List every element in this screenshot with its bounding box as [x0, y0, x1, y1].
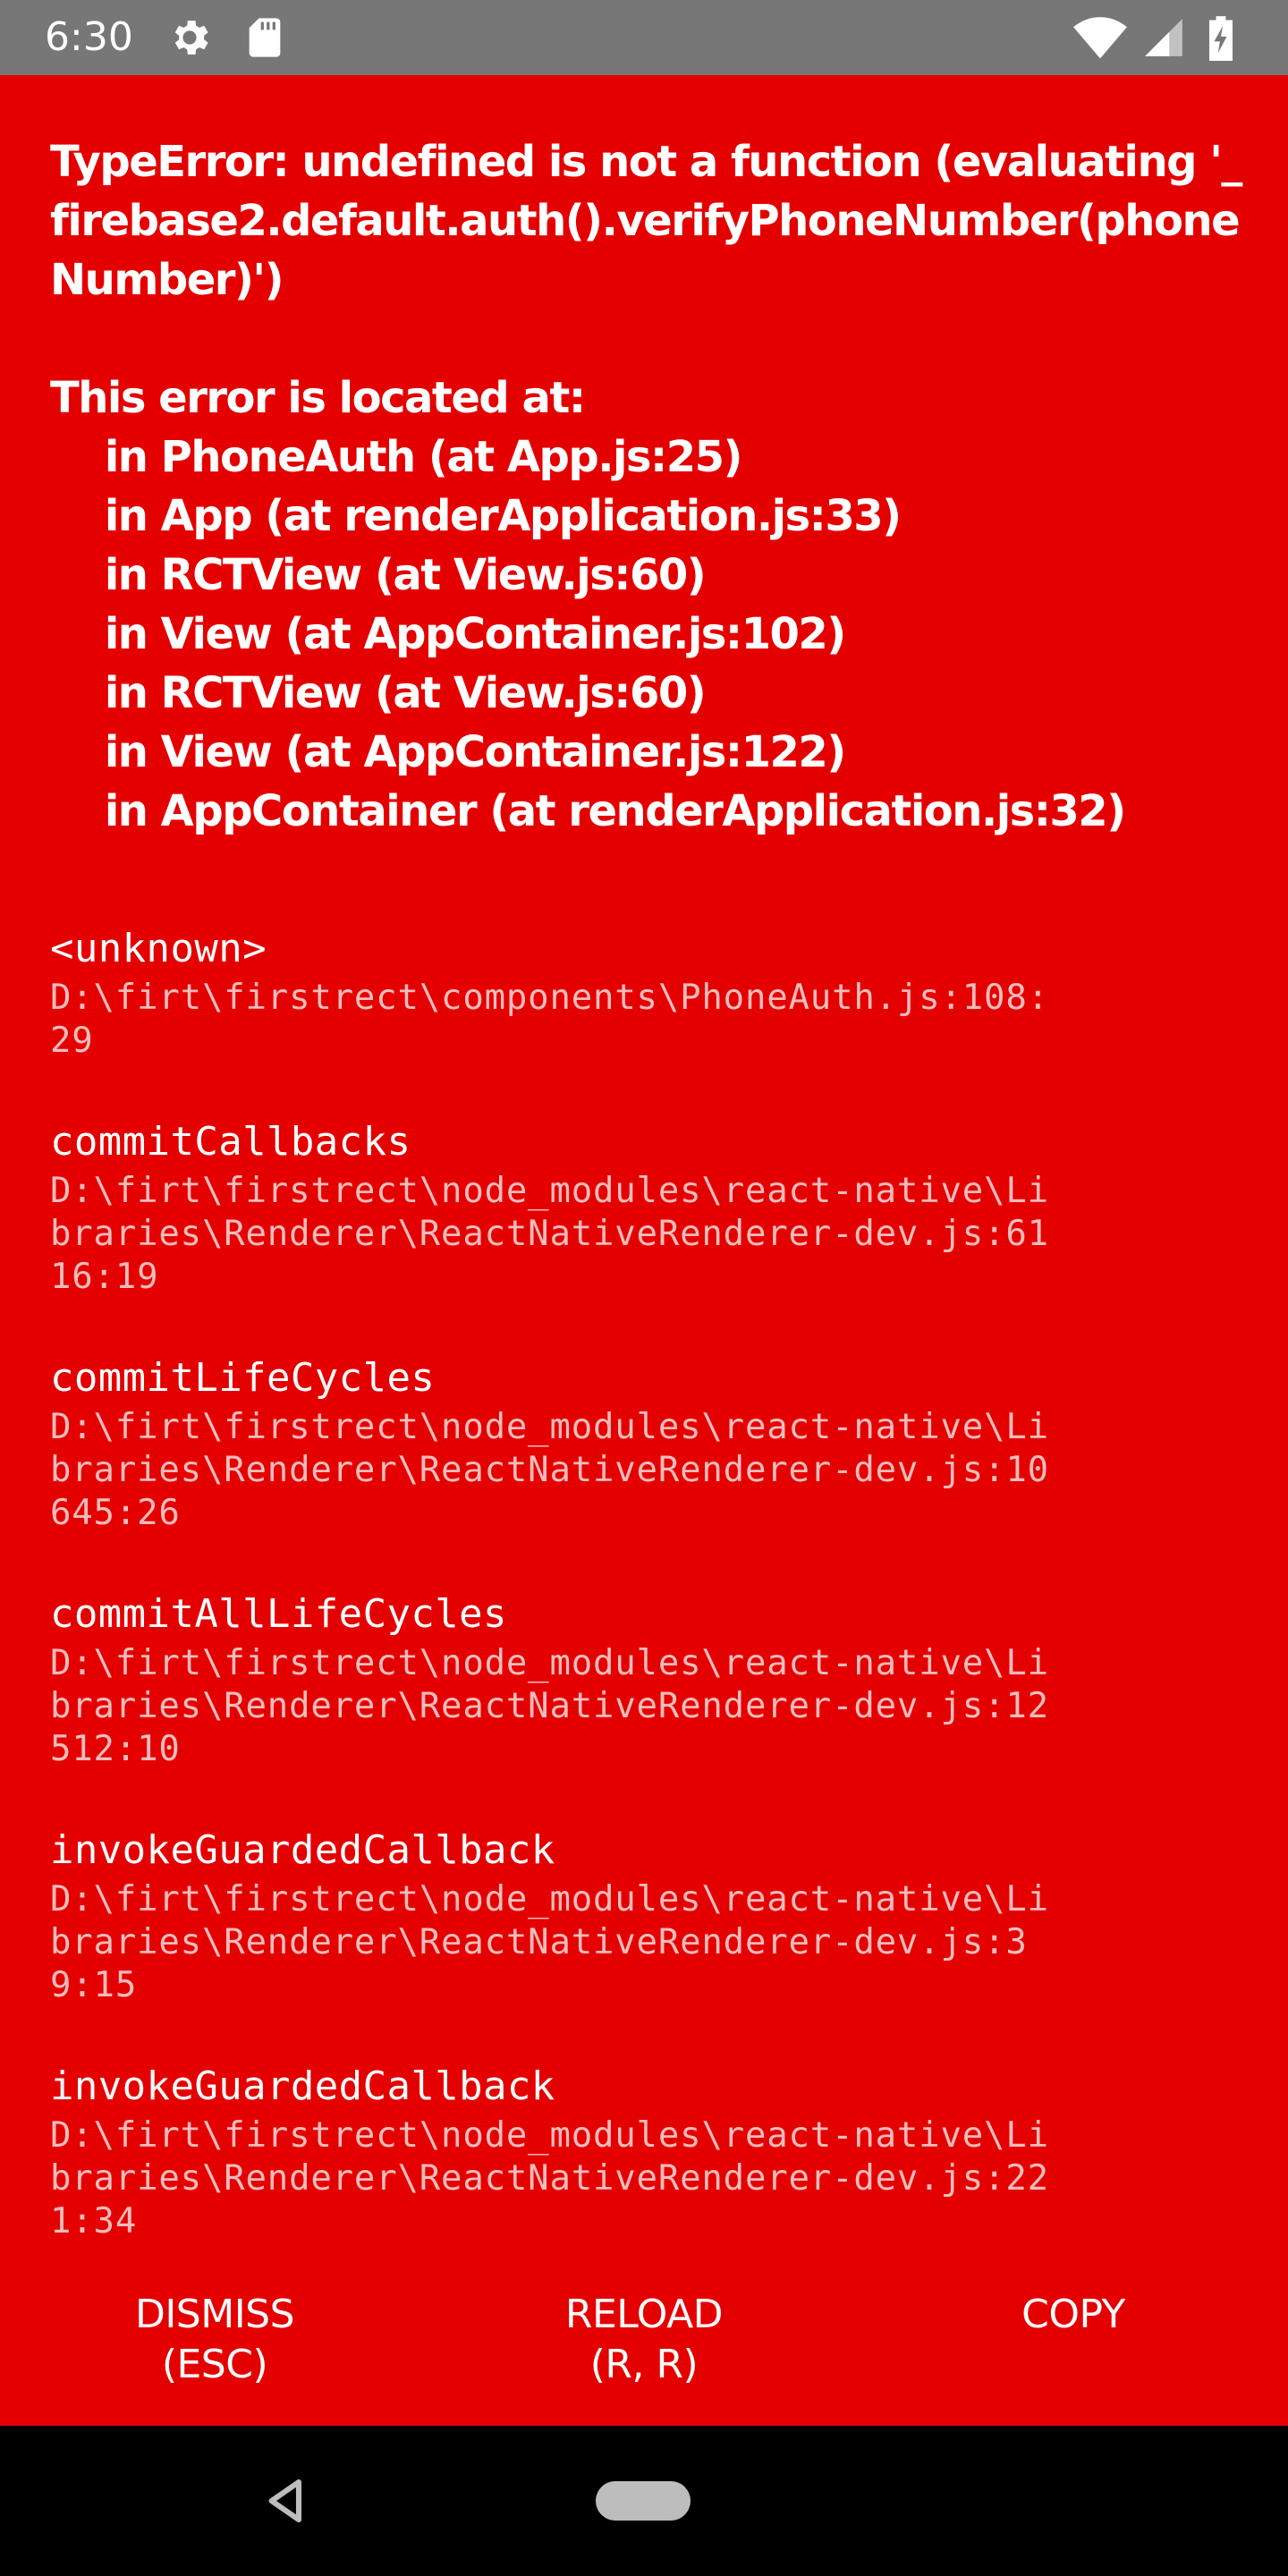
- stack-frame[interactable]: <unknown> D:\firt\firstrect\components\Ph…: [50, 921, 1240, 1063]
- stack-frame[interactable]: commitCallbacks D:\firt\firstrect\node_mo…: [50, 1114, 1240, 1299]
- stack-frame[interactable]: commitLifeCycles D:\firt\firstrect\node_m…: [50, 1351, 1240, 1535]
- stack-frame-method: commitLifeCycles: [50, 1355, 436, 1401]
- stack-frame-method: invokeGuardedCallback: [50, 2063, 555, 2109]
- redbox-error-screen: 6:30 TypeError: undefined is not a funct…: [0, 0, 1288, 2576]
- battery-charging-icon: [1206, 14, 1236, 61]
- home-pill[interactable]: [596, 2481, 691, 2521]
- stack-frame-file: D:\firt\firstrect\node_modules\react-nat…: [50, 1407, 1049, 1533]
- back-icon[interactable]: [261, 2476, 311, 2526]
- stack-frame-file: D:\firt\firstrect\node_modules\react-nat…: [50, 1879, 1049, 2005]
- stack-frame[interactable]: invokeGuardedCallback D:\firt\firstrect\n…: [50, 1823, 1240, 2007]
- error-message: TypeError: undefined is not a function (…: [50, 137, 1242, 836]
- wifi-icon: [1072, 14, 1129, 61]
- dismiss-button[interactable]: DISMISS (ESC): [54, 2290, 376, 2390]
- stack-frame-method: commitCallbacks: [50, 1119, 411, 1165]
- signal-icon: [1141, 14, 1186, 61]
- status-bar: 6:30: [0, 0, 1288, 75]
- stack-trace[interactable]: <unknown> D:\firt\firstrect\components\Ph…: [50, 921, 1240, 2249]
- stack-frame[interactable]: commitAllLifeCycles D:\firt\firstrect\nod…: [50, 1587, 1240, 1771]
- sd-card-icon: [242, 14, 288, 61]
- stack-frame-file: D:\firt\firstrect\node_modules\react-nat…: [50, 1643, 1049, 1769]
- stack-frame-file: D:\firt\firstrect\node_modules\react-nat…: [50, 2115, 1049, 2241]
- settings-icon: [166, 14, 213, 61]
- stack-frame[interactable]: invokeGuardedCallback D:\firt\firstrect\n…: [50, 2059, 1240, 2243]
- stack-frame-file: D:\firt\firstrect\components\PhoneAuth.j…: [50, 978, 1049, 1061]
- status-time: 6:30: [45, 14, 133, 60]
- stack-frame-file: D:\firt\firstrect\node_modules\react-nat…: [50, 1171, 1049, 1297]
- copy-button[interactable]: COPY: [912, 2290, 1234, 2340]
- action-button-bar: DISMISS (ESC) RELOAD (R, R) COPY: [0, 2290, 1288, 2424]
- stack-frame-method: invokeGuardedCallback: [50, 1827, 555, 1873]
- error-content[interactable]: TypeError: undefined is not a function (…: [0, 75, 1288, 2249]
- reload-button[interactable]: RELOAD (R, R): [483, 2290, 805, 2390]
- navigation-bar: [0, 2426, 1288, 2576]
- stack-frame-method: commitAllLifeCycles: [50, 1591, 507, 1637]
- stack-frame-method: <unknown>: [50, 926, 267, 971]
